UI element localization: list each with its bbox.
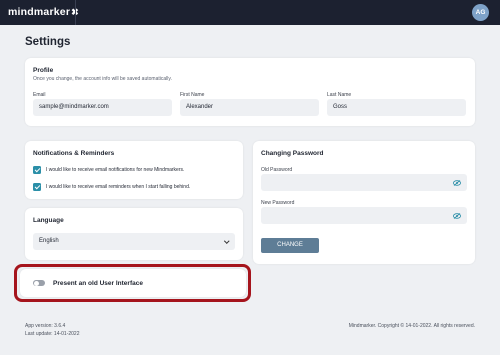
last-update: Last update: 14-01-2022 [25,331,80,337]
language-title: Language [33,217,64,224]
old-password-label: Old Password [261,167,293,173]
email-field[interactable]: sample@mindmarker.com [33,99,172,116]
app-version: App version: 3.6.4 [25,323,66,329]
copyright: Mindmarker. Copyright © 14-01-2022. All … [348,323,475,329]
notify-behind-checkbox[interactable] [33,183,41,191]
notifications-card: Notifications & Reminders I would like t… [25,141,243,199]
topbar-divider [75,0,76,25]
eye-off-icon[interactable] [453,212,461,219]
profile-card: Profile Once you change, the account inf… [25,58,475,126]
old-password-field[interactable] [261,174,467,191]
notify-new-label: I would like to receive email notificati… [46,167,185,173]
last-name-field[interactable]: Goss [327,99,466,116]
password-title: Changing Password [261,150,324,157]
new-password-field[interactable] [261,207,467,224]
language-select[interactable]: English [33,233,235,250]
notifications-title: Notifications & Reminders [33,150,115,157]
change-password-button[interactable]: CHANGE [261,238,319,253]
new-password-label: New Password [261,200,295,206]
brand-logo[interactable]: mindmarker✖ [8,6,79,18]
notify-new-checkbox[interactable] [33,166,41,174]
profile-title: Profile [33,67,54,74]
avatar[interactable]: AG [472,4,489,21]
email-label: Email [33,92,46,98]
page-title: Settings [25,36,71,48]
last-name-label: Last Name [327,92,352,98]
eye-off-icon[interactable] [453,179,461,186]
notify-behind-label: I would like to receive email reminders … [46,184,191,190]
first-name-field[interactable]: Alexander [180,99,319,116]
language-card: Language English [25,208,243,260]
top-bar: mindmarker✖ AG [0,0,500,25]
brand-name: mindmarker [8,6,71,18]
language-selected: English [39,238,59,244]
profile-subtitle: Once you change, the account info will b… [33,76,172,82]
first-name-label: First Name [180,92,205,98]
password-card: Changing Password Old Password New Passw… [253,141,475,264]
highlight-frame [14,264,251,302]
chevron-down-icon [223,238,229,244]
